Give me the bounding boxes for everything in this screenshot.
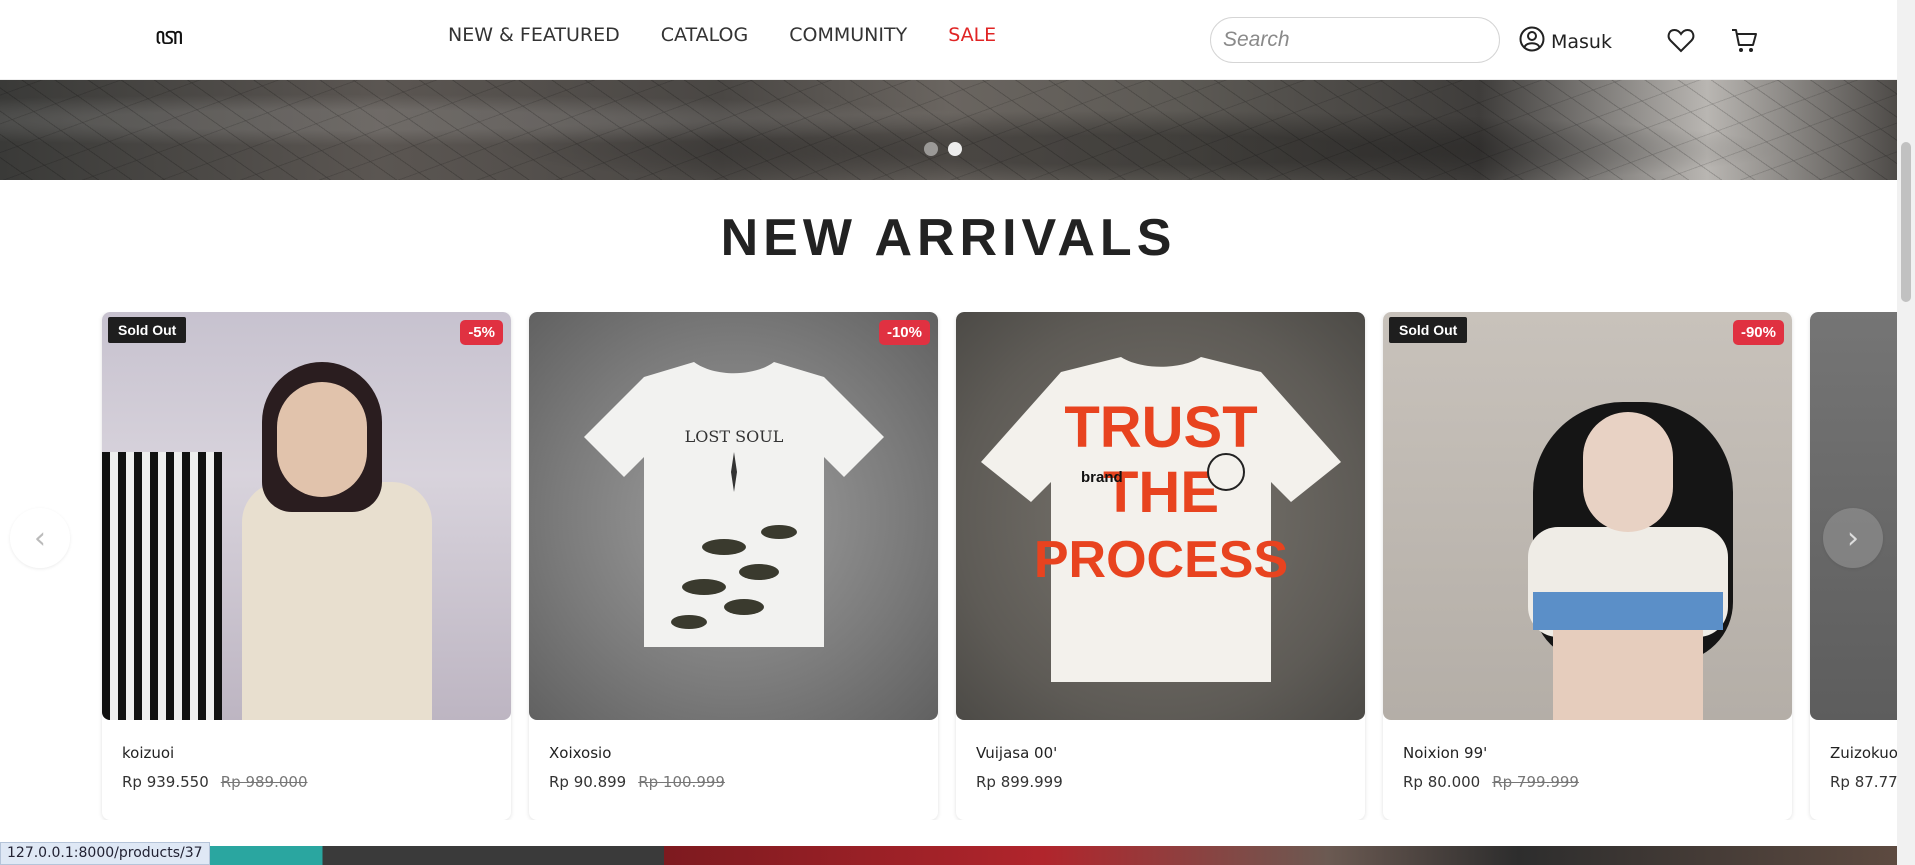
svg-text:brand: brand	[1081, 469, 1123, 486]
product-old-price: Rp 989.000	[220, 773, 308, 791]
product-image[interactable]: Sold Out -5%	[102, 312, 511, 720]
product-old-price: Rp 100.999	[638, 773, 725, 791]
scrollbar-thumb[interactable]	[1901, 142, 1911, 302]
nav-catalog[interactable]: CATALOG	[661, 24, 749, 46]
product-name[interactable]: Noixion 99'	[1403, 744, 1487, 762]
main-nav: NEW & FEATURED CATALOG COMMUNITY SALE	[448, 24, 996, 46]
sold-out-badge: Sold Out	[108, 317, 187, 343]
wishlist-heart-icon[interactable]	[1665, 24, 1697, 56]
product-old-price: Rp 799.999	[1492, 773, 1579, 791]
discount-badge: -90%	[1732, 320, 1784, 345]
search-input[interactable]	[1210, 17, 1500, 63]
product-name[interactable]: koizuoi	[122, 744, 174, 762]
carousel-next-button[interactable]: ›	[1823, 508, 1883, 568]
svg-text:PROCESS: PROCESS	[1034, 531, 1288, 589]
product-image[interactable]: LOST SOUL -10%	[529, 312, 938, 720]
product-prices: Rp 939.550 Rp 989.000	[122, 773, 308, 791]
product-prices: Rp 899.999	[976, 773, 1063, 791]
site-header: ꦠ NEW & FEATURED CATALOG COMMUNITY SALE …	[0, 0, 1897, 80]
product-price: Rp 90.899	[549, 773, 627, 791]
product-name[interactable]: Vuijasa 00'	[976, 744, 1057, 762]
product-price: Rp 899.999	[976, 773, 1063, 791]
hero-banner[interactable]	[0, 80, 1897, 180]
page-scrollbar[interactable]	[1897, 0, 1915, 865]
browser-status-url: 127.0.0.1:8000/products/37	[0, 842, 210, 865]
user-icon	[1519, 26, 1545, 57]
product-price: Rp 87.77	[1830, 773, 1897, 791]
carousel-dot-2[interactable]	[948, 142, 962, 156]
product-card[interactable]: Sold Out -90% Noixion 99' Rp 80.000 Rp 7…	[1383, 312, 1792, 820]
product-price: Rp 939.550	[122, 773, 209, 791]
product-image[interactable]: TRUST THE PROCESS brand	[956, 312, 1365, 720]
discount-badge: -5%	[460, 320, 503, 345]
nav-new-featured[interactable]: NEW & FEATURED	[448, 24, 620, 46]
cart-icon[interactable]	[1728, 24, 1760, 56]
nav-sale[interactable]: SALE	[948, 24, 996, 46]
product-card[interactable]: Sold Out -5% koizuoi Rp 939.550 Rp 989.0…	[102, 312, 511, 820]
next-section-banner	[0, 846, 1897, 865]
carousel-dot-1[interactable]	[924, 142, 938, 156]
carousel-dots	[924, 142, 962, 156]
product-image[interactable]: Sold Out -90%	[1383, 312, 1792, 720]
sold-out-badge: Sold Out	[1389, 317, 1468, 343]
discount-badge: -10%	[878, 320, 930, 345]
product-prices: Rp 80.000 Rp 799.999	[1403, 773, 1579, 791]
account-button[interactable]: Masuk	[1519, 26, 1612, 57]
product-card[interactable]: LOST SOUL -10% Xoixosio Rp 90.899 Rp 100…	[529, 312, 938, 820]
svg-text:TRUST: TRUST	[1064, 395, 1257, 460]
product-card[interactable]: TRUST THE PROCESS brand Vuijasa 00' Rp 8…	[956, 312, 1365, 820]
account-label: Masuk	[1551, 30, 1612, 53]
product-prices: Rp 90.899 Rp 100.999	[549, 773, 725, 791]
product-price: Rp 80.000	[1403, 773, 1481, 791]
carousel-prev-button[interactable]: ‹	[10, 508, 70, 568]
page: ꦠ NEW & FEATURED CATALOG COMMUNITY SALE …	[0, 0, 1915, 865]
nav-community[interactable]: COMMUNITY	[789, 24, 907, 46]
product-prices: Rp 87.77	[1830, 773, 1897, 791]
hero-image	[0, 80, 1897, 180]
brand-logo[interactable]: ꦠ	[152, 22, 186, 58]
product-name[interactable]: Zuizokuo	[1830, 744, 1897, 762]
section-title-new-arrivals: NEW ARRIVALS	[720, 209, 1177, 267]
product-name[interactable]: Xoixosio	[549, 744, 611, 762]
product-carousel: Sold Out -5% koizuoi Rp 939.550 Rp 989.0…	[0, 312, 1897, 820]
svg-text:LOST SOUL: LOST SOUL	[685, 427, 784, 446]
